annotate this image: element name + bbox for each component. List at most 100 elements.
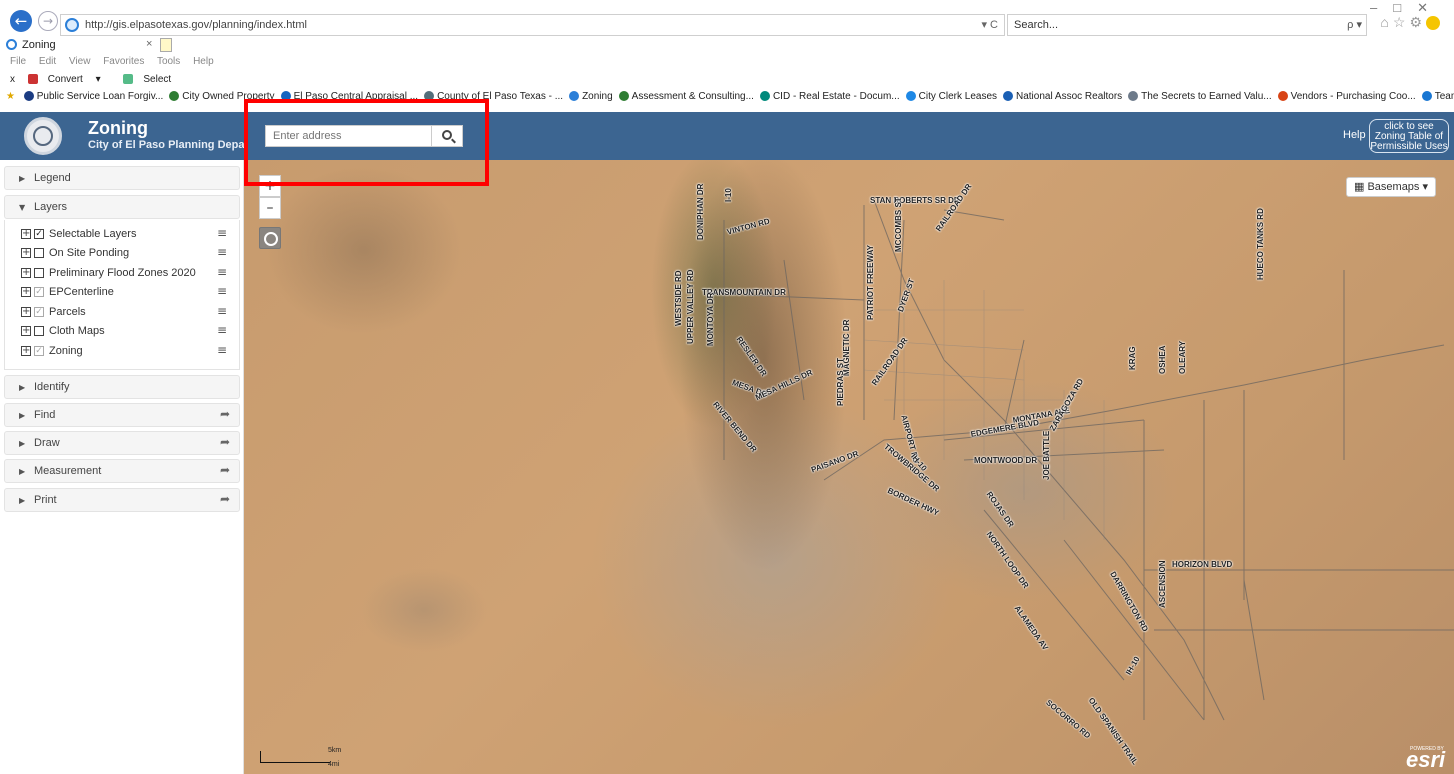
panel-measurement-label: Measurement xyxy=(34,465,102,477)
favorites-star-add-icon[interactable]: ★ xyxy=(6,91,15,102)
favorite-label: Public Service Loan Forgiv... xyxy=(36,91,164,102)
feedback-smiley-icon[interactable] xyxy=(1426,16,1440,31)
layer-item[interactable]: + Preliminary Flood Zones 2020 ≡ xyxy=(21,265,236,283)
layer-item[interactable]: + ✓ Parcels ≡ xyxy=(21,304,236,322)
caret-right-icon: ▶ xyxy=(19,411,26,420)
help-link[interactable]: Help xyxy=(1343,129,1366,141)
home-icon[interactable]: ⌂ xyxy=(1380,14,1392,30)
layer-checkbox[interactable] xyxy=(34,248,44,258)
panel-identify[interactable]: ▶ Identify xyxy=(4,375,240,399)
favorite-link[interactable]: TeamViewer xyxy=(1421,91,1454,102)
layer-checkbox[interactable] xyxy=(34,326,44,336)
zoning-table-button[interactable]: click to see Zoning Table of Permissible… xyxy=(1369,119,1449,153)
favorites-star-icon[interactable]: ☆ xyxy=(1393,14,1410,30)
basemaps-button[interactable]: ▦ Basemaps ▾ xyxy=(1346,177,1436,197)
layer-menu-icon[interactable]: ≡ xyxy=(217,226,227,240)
share-arrow-icon[interactable]: ➦ xyxy=(220,407,230,421)
layer-item[interactable]: + On Site Ponding ≡ xyxy=(21,245,236,263)
toolbar-icons[interactable]: ⌂☆⚙ xyxy=(1380,14,1440,31)
layer-checkbox[interactable]: ✓ xyxy=(34,307,44,317)
map-view[interactable]: STAN ROBERTS SR DR I-10 DONIPHAN DR VINTON … xyxy=(244,160,1454,774)
menu-file[interactable]: File xyxy=(10,56,26,67)
expand-plus-icon[interactable]: + xyxy=(21,248,31,258)
convert-label: Convert xyxy=(47,74,83,85)
favorite-link[interactable]: City Clerk Leases xyxy=(905,91,997,102)
layer-menu-icon[interactable]: ≡ xyxy=(217,245,227,259)
layer-checkbox[interactable]: ✓ xyxy=(34,287,44,297)
layer-item[interactable]: + ✓ Zoning ≡ xyxy=(21,343,236,361)
favorite-site-icon xyxy=(1128,91,1139,102)
expand-plus-icon[interactable]: + xyxy=(21,326,31,336)
layer-item[interactable]: + ✓ EPCenterline ≡ xyxy=(21,284,236,302)
panel-legend[interactable]: ▶ Legend xyxy=(4,166,240,190)
convert-button[interactable]: Convert ▾ xyxy=(27,74,111,85)
search-dropdown-icon[interactable]: ρ ▾ xyxy=(1347,18,1362,31)
select-button[interactable]: Select xyxy=(123,74,181,85)
favorite-link[interactable]: Assessment & Consulting... xyxy=(618,91,754,102)
favorite-link[interactable]: Zoning xyxy=(569,91,613,102)
layer-menu-icon[interactable]: ≡ xyxy=(217,304,227,318)
menu-favorites[interactable]: Favorites xyxy=(103,56,144,67)
panel-draw[interactable]: ▶ Draw ➦ xyxy=(4,431,240,455)
back-button[interactable]: ← xyxy=(10,10,32,32)
layer-item[interactable]: + ✓ Selectable Layers ≡ xyxy=(21,226,236,244)
menu-edit[interactable]: Edit xyxy=(39,56,56,67)
layers-list: + ✓ Selectable Layers ≡ + On Site Ponding ≡ + Pr… xyxy=(4,220,240,370)
menu-view[interactable]: View xyxy=(69,56,91,67)
layer-name: Cloth Maps xyxy=(49,325,105,337)
locate-icon[interactable] xyxy=(259,227,281,249)
refresh-controls[interactable]: ▾ C xyxy=(981,18,998,31)
browser-search-placeholder[interactable]: Search... xyxy=(1014,19,1058,31)
layer-checkbox[interactable]: ✓ xyxy=(34,229,44,239)
favorite-link[interactable]: Public Service Loan Forgiv... xyxy=(23,91,164,102)
esri-logo[interactable]: esri xyxy=(1406,747,1445,773)
share-arrow-icon[interactable]: ➦ xyxy=(220,463,230,477)
layer-checkbox[interactable]: ✓ xyxy=(34,346,44,356)
settings-gear-icon[interactable]: ⚙ xyxy=(1409,14,1426,30)
favorite-site-icon xyxy=(23,91,34,102)
road-label: I-10 xyxy=(724,188,733,202)
expand-plus-icon[interactable]: + xyxy=(21,268,31,278)
favorite-site-icon xyxy=(1003,91,1013,102)
layer-name: Selectable Layers xyxy=(49,228,137,240)
panel-measurement[interactable]: ▶ Measurement ➦ xyxy=(4,459,240,483)
menu-help[interactable]: Help xyxy=(193,56,214,67)
forward-button[interactable]: → xyxy=(38,11,58,31)
share-arrow-icon[interactable]: ➦ xyxy=(220,435,230,449)
favorite-site-icon xyxy=(569,91,580,102)
browser-search-box[interactable]: Search... ρ ▾ xyxy=(1007,14,1367,36)
road-label: HUECO TANKS RD xyxy=(1256,208,1265,280)
favorite-link[interactable]: CID - Real Estate - Docum... xyxy=(759,91,900,102)
command-close[interactable]: x xyxy=(10,74,15,85)
favorite-site-icon xyxy=(1277,91,1288,102)
layer-item[interactable]: + Cloth Maps ≡ xyxy=(21,323,236,341)
expand-plus-icon[interactable]: + xyxy=(21,307,31,317)
share-arrow-icon[interactable]: ➦ xyxy=(220,492,230,506)
expand-plus-icon[interactable]: + xyxy=(21,229,31,239)
layer-menu-icon[interactable]: ≡ xyxy=(217,284,227,298)
favorite-link[interactable]: National Assoc Realtors xyxy=(1003,91,1122,102)
panel-print[interactable]: ▶ Print ➦ xyxy=(4,488,240,512)
layer-checkbox[interactable] xyxy=(34,268,44,278)
road-label: WESTSIDE RD xyxy=(674,270,683,326)
layer-menu-icon[interactable]: ≡ xyxy=(217,265,227,279)
address-row: ← → http://gis.elpasotexas.gov/planning/… xyxy=(0,0,1454,37)
zoom-out-button[interactable]: – xyxy=(259,197,281,219)
favorite-label: Assessment & Consulting... xyxy=(631,91,754,102)
menu-tools[interactable]: Tools xyxy=(157,56,180,67)
url-text[interactable]: http://gis.elpasotexas.gov/planning/inde… xyxy=(85,19,307,31)
expand-plus-icon[interactable]: + xyxy=(21,346,31,356)
favorite-link[interactable]: Vendors - Purchasing Coo... xyxy=(1277,91,1416,102)
new-tab-button[interactable] xyxy=(160,38,172,52)
tab-zoning[interactable]: Zoning × xyxy=(6,37,156,54)
panel-layers[interactable]: ▼ Layers xyxy=(4,195,240,219)
url-bar[interactable]: http://gis.elpasotexas.gov/planning/inde… xyxy=(60,14,1005,36)
favorite-link[interactable]: The Secrets to Earned Valu... xyxy=(1128,91,1272,102)
layer-menu-icon[interactable]: ≡ xyxy=(217,323,227,337)
expand-plus-icon[interactable]: + xyxy=(21,287,31,297)
road-label: JOE BATTLE xyxy=(1042,430,1051,480)
panel-find[interactable]: ▶ Find ➦ xyxy=(4,403,240,427)
tab-close-icon[interactable]: × xyxy=(146,38,152,50)
layer-menu-icon[interactable]: ≡ xyxy=(217,343,227,357)
convert-caret-icon[interactable]: ▾ xyxy=(96,74,101,85)
